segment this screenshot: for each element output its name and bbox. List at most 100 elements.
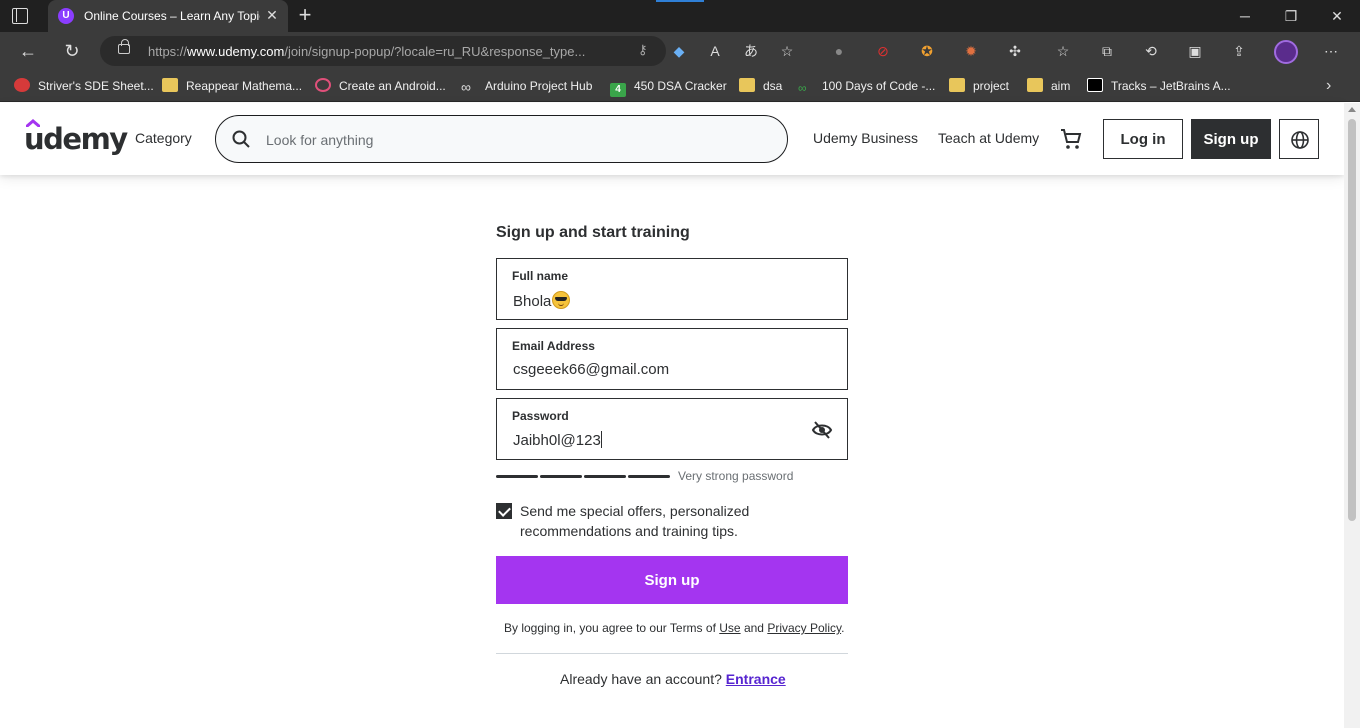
already-account-text: Already have an account? Entrance [560,671,786,687]
extensions-icon[interactable]: ✣ [1006,42,1024,60]
bookmarks-bar: Striver's SDE Sheet... Reappear Mathema.… [0,70,1360,102]
globe-icon [1291,131,1309,149]
strength-segment [584,475,626,478]
strength-segment [628,475,670,478]
new-tab-icon[interactable]: + [294,4,316,27]
bookmark-item[interactable]: project [949,77,1009,95]
email-field[interactable]: Email Address csgeeek66@gmail.com [496,328,848,390]
password-key-icon[interactable]: ⚷ [638,42,648,58]
fullname-input[interactable]: Bhola [513,291,571,310]
udemy-logo[interactable]: udemy [24,119,128,159]
hide-password-icon[interactable] [811,419,833,441]
extension-icon[interactable]: ● [830,42,848,60]
fullname-field[interactable]: Full name Bhola [496,258,848,320]
language-button[interactable] [1279,119,1319,159]
tab-close-icon[interactable]: ✕ [264,7,280,23]
refresh-icon[interactable]: ↻ [60,39,84,63]
tuf-icon [14,78,30,92]
search-icon[interactable] [232,130,250,148]
entrance-link[interactable]: Entrance [726,671,786,687]
offers-label[interactable]: Send me special offers, personalized rec… [520,501,820,541]
page-scrollbar[interactable] [1344,103,1360,728]
bookmark-item[interactable]: 4 450 DSA Cracker [610,77,727,97]
scrollbar-thumb[interactable] [1348,119,1356,521]
password-strength-text: Very strong password [678,469,794,483]
strength-segment [496,475,538,478]
folder-icon [949,78,965,92]
blocker-extension-icon[interactable]: ⊘ [874,42,892,60]
header-signup-button[interactable]: Sign up [1191,119,1271,159]
collections-icon[interactable]: ⧉ [1098,42,1116,60]
android-studio-icon [315,78,331,92]
signup-submit-button[interactable]: Sign up [496,556,848,604]
window-edge-highlight [656,0,704,2]
browser-tab-bar: U Online Courses – Learn Any Topic ✕ + ─… [0,0,1360,32]
history-icon[interactable]: ⟲ [1142,42,1160,60]
browser-tab[interactable]: U Online Courses – Learn Any Topic ✕ [48,0,288,32]
add-favorite-icon[interactable]: ☆ [778,42,796,60]
udemy-favicon-icon: U [58,8,74,24]
code-icon: ∞ [798,81,807,95]
restore-icon[interactable]: ❐ [1276,5,1306,27]
strength-segment [540,475,582,478]
password-label: Password [512,409,569,423]
bookmark-item[interactable]: aim [1027,77,1070,95]
favorites-icon[interactable]: ☆ [1054,42,1072,60]
chevron-right-icon[interactable]: › [1326,77,1331,95]
terms-use-link[interactable]: Use [719,621,740,635]
cart-icon[interactable] [1059,127,1083,151]
four-icon: 4 [610,83,626,97]
page: udemy Category Udemy Business Teach at U… [0,103,1344,728]
privacy-policy-link[interactable]: Privacy Policy [767,621,841,635]
bookmark-item[interactable]: Tracks – JetBrains A... [1087,77,1231,95]
email-label: Email Address [512,339,595,353]
profile-avatar[interactable] [1274,40,1298,64]
address-bar: ← ↻ https://www.udemy.com/join/signup-po… [0,32,1360,70]
login-button[interactable]: Log in [1103,119,1183,159]
udemy-business-link[interactable]: Udemy Business [813,130,918,146]
back-icon[interactable]: ← [16,39,40,63]
bookmark-item[interactable]: ∞ 100 Days of Code -... [798,77,935,95]
folder-icon [1027,78,1043,92]
bookmark-item[interactable]: Striver's SDE Sheet... [14,77,154,95]
teach-link[interactable]: Teach at Udemy [938,130,1039,146]
bookmark-item[interactable]: Reappear Mathema... [162,77,302,95]
folder-icon [739,78,755,92]
form-heading: Sign up and start training [496,224,690,241]
password-input[interactable]: Jaibh0l@123 [513,431,602,449]
more-menu-icon[interactable]: ⋯ [1322,42,1340,60]
divider [496,653,848,654]
read-aloud-icon[interactable]: A [706,42,724,60]
bookmark-item[interactable]: dsa [739,77,782,95]
text-caret [600,431,602,448]
search-bar [215,115,788,163]
category-menu[interactable]: Category [135,130,192,146]
window-close-icon[interactable]: ✕ [1322,5,1352,27]
cookie-extension-icon[interactable]: ✹ [962,42,980,60]
medal-extension-icon[interactable]: ✪ [918,42,936,60]
arduino-icon: ∞ [461,79,471,95]
folder-icon [162,78,178,92]
lock-icon[interactable] [118,39,130,54]
terms-text: By logging in, you agree to our Terms of… [504,621,845,635]
site-header: udemy Category Udemy Business Teach at U… [0,103,1344,175]
email-input[interactable]: csgeeek66@gmail.com [513,361,669,378]
password-field[interactable]: Password Jaibh0l@123 [496,398,848,460]
screenshot-icon[interactable]: ▣ [1186,42,1204,60]
sunglasses-emoji-icon [552,291,571,309]
scroll-up-icon[interactable] [1348,107,1356,112]
fullname-label: Full name [512,269,569,283]
bookmark-item[interactable]: ∞ Arduino Project Hub [461,77,592,95]
translate-icon[interactable]: あ [742,42,760,60]
search-input[interactable] [266,129,766,151]
url-text[interactable]: https://www.udemy.com/join/signup-popup/… [148,44,628,59]
share-icon[interactable]: ⇪ [1230,42,1248,60]
tab-title: Online Courses – Learn Any Topic [84,9,260,23]
jetbrains-icon [1087,78,1103,92]
coupon-icon[interactable]: ◆ [670,42,688,60]
url-box[interactable]: https://www.udemy.com/join/signup-popup/… [100,36,666,66]
tab-actions-icon[interactable] [12,8,28,24]
offers-checkbox[interactable] [496,503,512,519]
minimize-icon[interactable]: ─ [1230,5,1260,27]
bookmark-item[interactable]: Create an Android... [315,77,446,95]
